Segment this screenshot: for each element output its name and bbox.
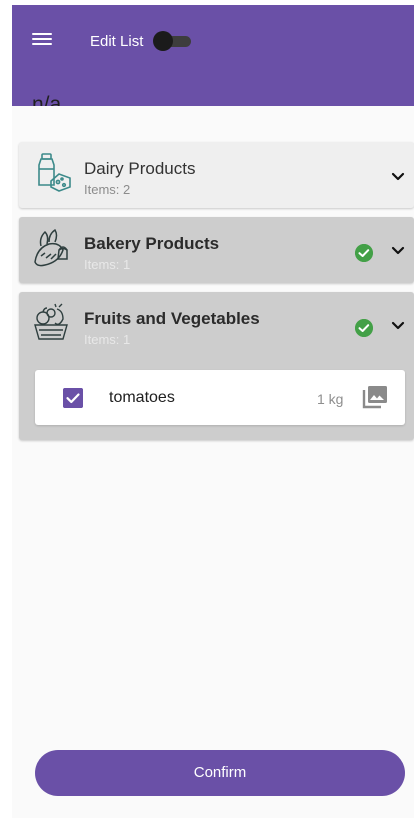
category-dairy-products: Dairy Products Items: 2 <box>19 142 414 208</box>
category-fruits-and-vegetables: Fruits and Vegetables Items: 1 tomatoes … <box>19 292 414 440</box>
photo-library-icon[interactable] <box>362 385 388 409</box>
list-subtitle: n/a <box>32 93 62 106</box>
confirm-button[interactable]: Confirm <box>35 750 405 796</box>
list-item[interactable]: tomatoes 1 kg <box>35 370 405 425</box>
category-title: Bakery Products <box>84 234 220 253</box>
category-header-bakery[interactable]: Bakery Products Items: 1 <box>19 217 414 283</box>
milk-cheese-icon <box>38 153 71 192</box>
item-name: tomatoes <box>109 389 175 406</box>
chevron-down-icon[interactable] <box>391 246 405 256</box>
fruit-basket-icon <box>34 303 68 340</box>
hamburger-menu-icon[interactable] <box>32 31 52 47</box>
category-items-count: Items: 1 <box>84 257 131 272</box>
chevron-down-icon[interactable] <box>391 172 405 182</box>
category-title: Dairy Products <box>84 159 196 178</box>
item-checkbox[interactable] <box>63 388 83 408</box>
edit-list-toggle[interactable] <box>153 31 193 51</box>
chevron-down-icon[interactable] <box>391 321 405 331</box>
category-title: Fruits and Vegetables <box>84 309 260 328</box>
edit-list-label: Edit List <box>90 33 144 50</box>
bread-icon <box>34 228 68 267</box>
category-items-count: Items: 2 <box>84 182 131 197</box>
check-circle-icon <box>355 319 373 337</box>
check-circle-icon <box>355 244 373 262</box>
toggle-thumb <box>153 31 173 51</box>
category-header-dairy[interactable]: Dairy Products Items: 2 <box>19 142 414 208</box>
category-bakery-products: Bakery Products Items: 1 <box>19 217 414 283</box>
category-header-fruits[interactable]: Fruits and Vegetables Items: 1 <box>19 292 414 358</box>
screen: Edit List n/a Dairy Products Items: 2 Ba… <box>12 5 414 818</box>
app-bar: Edit List n/a <box>12 5 414 106</box>
category-items-count: Items: 1 <box>84 332 131 347</box>
item-quantity: 1 kg <box>317 391 344 407</box>
